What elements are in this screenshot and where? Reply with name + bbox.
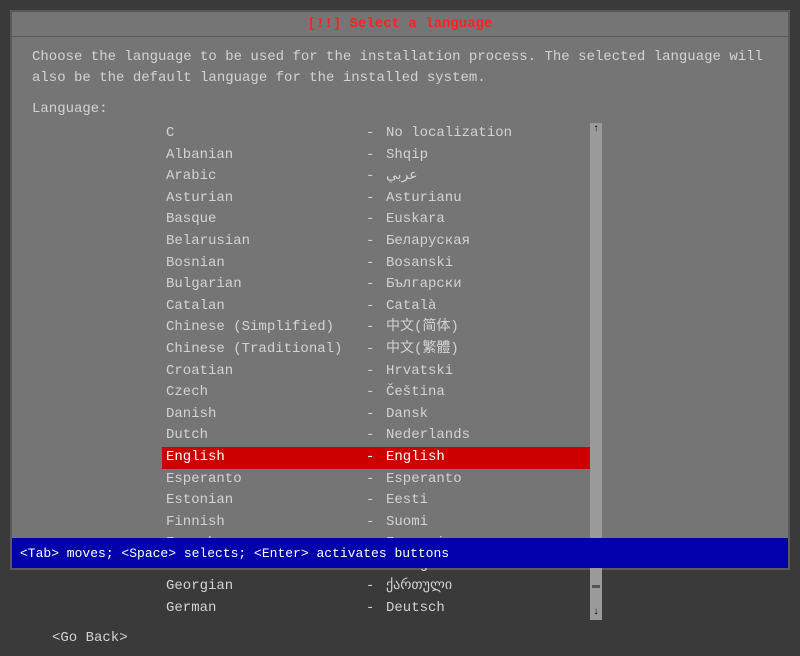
lang-dash: - bbox=[366, 426, 386, 446]
language-item-bosnian[interactable]: Bosnian - Bosanski bbox=[162, 253, 590, 275]
language-item-belarusian[interactable]: Belarusian - Беларуская bbox=[162, 231, 590, 253]
lang-native: Català bbox=[386, 297, 436, 317]
scroll-track bbox=[592, 137, 600, 567]
lang-dash: - bbox=[366, 470, 386, 490]
language-item-basque[interactable]: Basque - Euskara bbox=[162, 209, 590, 231]
go-back-button[interactable]: <Go Back> bbox=[52, 630, 768, 646]
language-item-chinese--traditional-[interactable]: Chinese (Traditional) - 中文(繁體) bbox=[162, 339, 590, 361]
lang-dash: - bbox=[366, 599, 386, 619]
lang-native: No localization bbox=[386, 124, 512, 144]
language-item-english[interactable]: English - English bbox=[162, 447, 590, 469]
language-item-c[interactable]: C - No localization bbox=[162, 123, 590, 145]
lang-native: Asturianu bbox=[386, 189, 462, 209]
lang-name: Basque bbox=[166, 210, 366, 230]
language-item-danish[interactable]: Danish - Dansk bbox=[162, 404, 590, 426]
language-item-croatian[interactable]: Croatian - Hrvatski bbox=[162, 361, 590, 383]
lang-dash: - bbox=[366, 232, 386, 252]
lang-dash: - bbox=[366, 513, 386, 533]
lang-name: German bbox=[166, 599, 366, 619]
lang-native: Eesti bbox=[386, 491, 428, 511]
lang-dash: - bbox=[366, 491, 386, 511]
lang-name: Belarusian bbox=[166, 232, 366, 252]
description: Choose the language to be used for the i… bbox=[32, 47, 768, 89]
scroll-up-arrow[interactable]: ↑ bbox=[593, 123, 599, 137]
lang-dash: - bbox=[366, 383, 386, 403]
lang-name: Esperanto bbox=[166, 470, 366, 490]
language-item-albanian[interactable]: Albanian - Shqip bbox=[162, 145, 590, 167]
lang-name: Bosnian bbox=[166, 254, 366, 274]
lang-native: Bosanski bbox=[386, 254, 453, 274]
main-window: [!!] Select a language Choose the langua… bbox=[10, 10, 790, 570]
language-item-estonian[interactable]: Estonian - Eesti bbox=[162, 490, 590, 512]
lang-native: English bbox=[386, 448, 445, 468]
language-label: Language: bbox=[32, 101, 768, 117]
lang-dash: - bbox=[366, 362, 386, 382]
language-item-asturian[interactable]: Asturian - Asturianu bbox=[162, 188, 590, 210]
title-bar: [!!] Select a language bbox=[12, 12, 788, 37]
lang-dash: - bbox=[366, 340, 386, 360]
language-item-german[interactable]: German - Deutsch bbox=[162, 598, 590, 620]
lang-native: Беларуская bbox=[386, 232, 470, 252]
status-bar: <Tab> moves; <Space> selects; <Enter> ac… bbox=[12, 538, 788, 568]
lang-native: Hrvatski bbox=[386, 362, 453, 382]
lang-dash: - bbox=[366, 167, 386, 187]
lang-native: Dansk bbox=[386, 405, 428, 425]
lang-native: 中文(繁體) bbox=[386, 340, 459, 360]
lang-name: Albanian bbox=[166, 146, 366, 166]
lang-native: Shqip bbox=[386, 146, 428, 166]
lang-dash: - bbox=[366, 297, 386, 317]
lang-native: ქართული bbox=[386, 577, 452, 597]
lang-name: Danish bbox=[166, 405, 366, 425]
language-item-arabic[interactable]: Arabic - عربي bbox=[162, 166, 590, 188]
lang-native: Deutsch bbox=[386, 599, 445, 619]
lang-name: Chinese (Traditional) bbox=[166, 340, 366, 360]
lang-dash: - bbox=[366, 146, 386, 166]
description-line1: Choose the language to be used for the i… bbox=[32, 47, 768, 68]
lang-name: Bulgarian bbox=[166, 275, 366, 295]
description-line2: also be the default language for the ins… bbox=[32, 68, 768, 89]
language-item-finnish[interactable]: Finnish - Suomi bbox=[162, 512, 590, 534]
lang-dash: - bbox=[366, 124, 386, 144]
language-item-dutch[interactable]: Dutch - Nederlands bbox=[162, 425, 590, 447]
status-text: <Tab> moves; <Space> selects; <Enter> ac… bbox=[20, 546, 449, 561]
lang-name: C bbox=[166, 124, 366, 144]
lang-name: Czech bbox=[166, 383, 366, 403]
lang-native: عربي bbox=[386, 167, 418, 187]
lang-native: Esperanto bbox=[386, 470, 462, 490]
lang-native: Euskara bbox=[386, 210, 445, 230]
lang-native: 中文(简体) bbox=[386, 318, 459, 338]
lang-native: Nederlands bbox=[386, 426, 470, 446]
lang-name: Finnish bbox=[166, 513, 366, 533]
lang-name: Croatian bbox=[166, 362, 366, 382]
scroll-down-arrow[interactable]: ↓ bbox=[593, 606, 599, 620]
lang-name: Asturian bbox=[166, 189, 366, 209]
language-item-catalan[interactable]: Catalan - Català bbox=[162, 296, 590, 318]
lang-native: Čeština bbox=[386, 383, 445, 403]
lang-dash: - bbox=[366, 318, 386, 338]
lang-dash: - bbox=[366, 405, 386, 425]
lang-name: Catalan bbox=[166, 297, 366, 317]
lang-native: Български bbox=[386, 275, 462, 295]
language-item-bulgarian[interactable]: Bulgarian - Български bbox=[162, 274, 590, 296]
language-item-czech[interactable]: Czech - Čeština bbox=[162, 382, 590, 404]
language-item-esperanto[interactable]: Esperanto - Esperanto bbox=[162, 469, 590, 491]
lang-dash: - bbox=[366, 577, 386, 597]
lang-dash: - bbox=[366, 448, 386, 468]
lang-name: Arabic bbox=[166, 167, 366, 187]
lang-name: Georgian bbox=[166, 577, 366, 597]
lang-name: Chinese (Simplified) bbox=[166, 318, 366, 338]
lang-dash: - bbox=[366, 275, 386, 295]
lang-native: Suomi bbox=[386, 513, 428, 533]
lang-dash: - bbox=[366, 254, 386, 274]
language-item-georgian[interactable]: Georgian - ქართული bbox=[162, 576, 590, 598]
scroll-marker bbox=[592, 585, 600, 588]
lang-name: English bbox=[166, 448, 366, 468]
lang-name: Dutch bbox=[166, 426, 366, 446]
lang-name: Estonian bbox=[166, 491, 366, 511]
lang-dash: - bbox=[366, 210, 386, 230]
language-item-chinese--simplified-[interactable]: Chinese (Simplified) - 中文(简体) bbox=[162, 317, 590, 339]
lang-dash: - bbox=[366, 189, 386, 209]
window-title: [!!] Select a language bbox=[308, 16, 493, 32]
